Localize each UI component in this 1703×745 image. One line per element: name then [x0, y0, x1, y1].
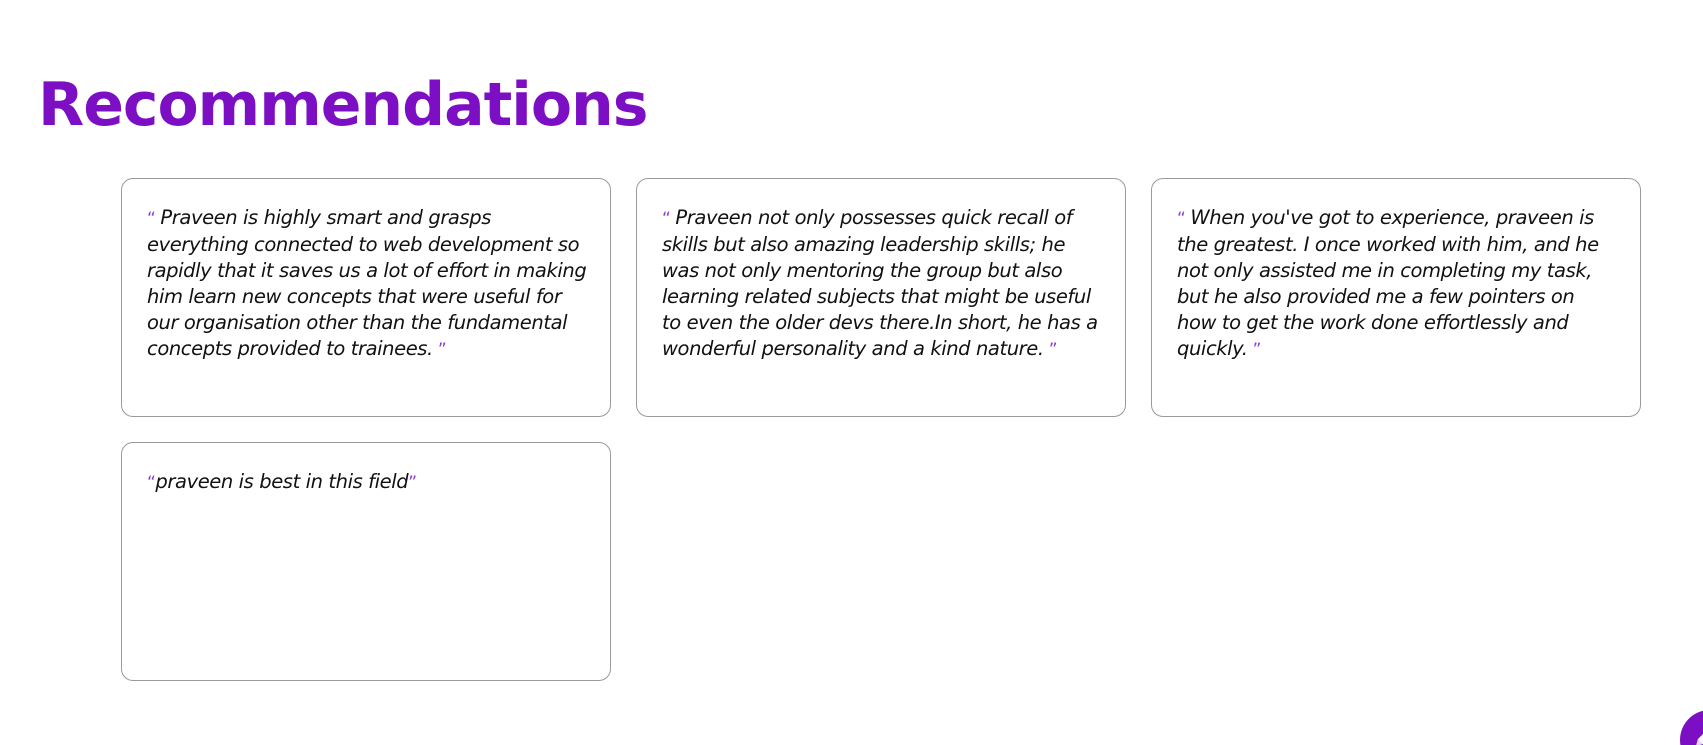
recommendation-quote: “ Praveen not only possesses quick recal… — [662, 205, 1103, 363]
pencil-icon — [1696, 734, 1703, 745]
close-quote-mark: ” — [1043, 340, 1058, 360]
recommendation-text: Praveen not only possesses quick recall … — [662, 206, 1098, 360]
recommendation-quote: “praveen is best in this field” — [147, 469, 588, 496]
open-quote-mark: “ — [662, 209, 676, 229]
recommendation-cards: “ Praveen is highly smart and grasps eve… — [121, 178, 1641, 681]
recommendation-text: Praveen is highly smart and grasps every… — [147, 206, 587, 360]
recommendations-page: Recommendations “ Praveen is highly smar… — [0, 0, 1703, 745]
recommendation-quote: “ Praveen is highly smart and grasps eve… — [147, 205, 588, 363]
open-quote-mark: “ — [1177, 209, 1191, 229]
edit-fab-button[interactable] — [1680, 710, 1703, 745]
open-quote-mark: “ — [147, 209, 161, 229]
recommendation-card-1: “ Praveen is highly smart and grasps eve… — [121, 178, 611, 417]
close-quote-mark: ” — [408, 473, 417, 493]
close-quote-mark: ” — [432, 340, 447, 360]
recommendation-card-2: “ Praveen not only possesses quick recal… — [636, 178, 1126, 417]
recommendation-text: When you've got to experience, praveen i… — [1177, 206, 1599, 360]
recommendation-quote: “ When you've got to experience, praveen… — [1177, 205, 1618, 363]
section-title: Recommendations — [38, 70, 648, 140]
recommendation-card-4: “praveen is best in this field” — [121, 442, 611, 681]
recommendation-text: praveen is best in this field — [155, 470, 409, 493]
close-quote-mark: ” — [1247, 340, 1262, 360]
recommendation-card-3: “ When you've got to experience, praveen… — [1151, 178, 1641, 417]
